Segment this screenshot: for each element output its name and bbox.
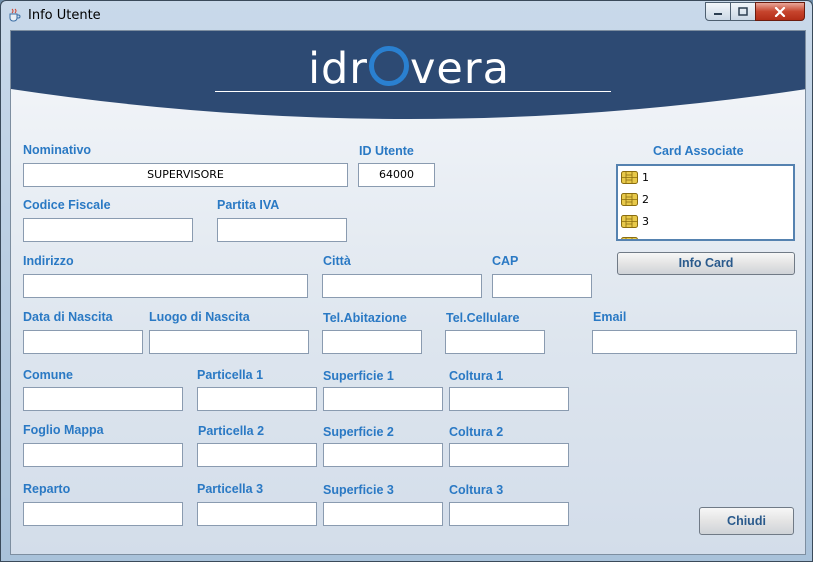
minimize-icon — [714, 12, 722, 15]
list-item[interactable]: 2 — [618, 188, 793, 210]
codice-fiscale-field[interactable] — [23, 218, 193, 242]
email-field[interactable] — [592, 330, 797, 354]
particella-1-label: Particella 1 — [197, 368, 264, 382]
tel-cellulare-label: Tel.Cellulare — [446, 311, 520, 325]
email-label: Email — [593, 310, 627, 324]
tel-abitazione-label: Tel.Abitazione — [323, 311, 407, 325]
particella-2-label: Particella 2 — [198, 424, 265, 438]
tel-abitazione-field[interactable] — [322, 330, 422, 354]
foglio-mappa-field[interactable] — [23, 443, 183, 467]
codice-fiscale-label: Codice Fiscale — [23, 198, 111, 212]
citta-field[interactable] — [322, 274, 482, 298]
indirizzo-field[interactable] — [23, 274, 308, 298]
smart-card-icon — [621, 170, 638, 184]
reparto-field[interactable] — [23, 502, 183, 526]
particella-1-field[interactable] — [197, 387, 317, 411]
particella-3-field[interactable] — [197, 502, 317, 526]
info-utente-window: Info Utente idr vera Nominativo SUPERVISO… — [0, 0, 813, 562]
card-number: 1 — [642, 170, 649, 184]
logo-text-left: idr — [308, 44, 368, 94]
logo-text-right: vera — [409, 44, 510, 94]
logo-underline — [215, 91, 611, 92]
list-item[interactable]: 3 — [618, 210, 793, 232]
card-number: 2 — [642, 192, 649, 206]
superficie-1-field[interactable] — [323, 387, 443, 411]
coltura-1-label: Coltura 1 — [449, 369, 504, 383]
card-associate-label: Card Associate — [653, 144, 744, 158]
maximize-icon — [738, 7, 748, 16]
luogo-nascita-label: Luogo di Nascita — [149, 310, 250, 324]
coltura-2-field[interactable] — [449, 443, 569, 467]
cap-label: CAP — [492, 254, 519, 268]
cap-field[interactable] — [492, 274, 592, 298]
window-title: Info Utente — [28, 8, 101, 23]
superficie-2-field[interactable] — [323, 443, 443, 467]
particella-3-label: Particella 3 — [197, 482, 264, 496]
citta-label: Città — [323, 254, 351, 268]
tel-cellulare-field[interactable] — [445, 330, 545, 354]
particella-2-field[interactable] — [197, 443, 317, 467]
smart-card-icon — [621, 192, 638, 206]
coltura-3-label: Coltura 3 — [449, 483, 504, 497]
data-nascita-label: Data di Nascita — [23, 310, 113, 324]
info-card-button[interactable]: Info Card — [617, 252, 795, 275]
reparto-label: Reparto — [23, 482, 71, 496]
superficie-3-label: Superficie 3 — [323, 483, 394, 497]
java-cup-icon — [9, 8, 21, 22]
nominativo-label: Nominativo — [23, 143, 92, 157]
close-button[interactable] — [755, 2, 805, 21]
chiudi-button[interactable]: Chiudi — [699, 507, 794, 535]
close-icon — [774, 6, 786, 17]
logo-ring-icon — [368, 46, 409, 86]
maximize-button[interactable] — [730, 2, 756, 21]
logo: idr vera — [11, 44, 805, 94]
nominativo-field[interactable]: SUPERVISORE — [23, 163, 348, 187]
indirizzo-label: Indirizzo — [23, 254, 74, 268]
data-nascita-field[interactable] — [23, 330, 143, 354]
list-item[interactable]: 4 — [618, 232, 793, 240]
smart-card-icon — [621, 236, 638, 239]
minimize-button[interactable] — [705, 2, 731, 21]
header-banner: idr vera — [11, 31, 805, 141]
card-associate-list[interactable]: 1 2 3 4 — [616, 164, 795, 241]
coltura-2-label: Coltura 2 — [449, 425, 504, 439]
title-bar[interactable]: Info Utente — [1, 1, 812, 29]
card-number: 4 — [642, 237, 649, 240]
superficie-1-label: Superficie 1 — [323, 369, 394, 383]
list-item[interactable]: 1 — [618, 166, 793, 188]
id-utente-label: ID Utente — [359, 144, 414, 158]
partita-iva-label: Partita IVA — [217, 198, 280, 212]
id-utente-field[interactable]: 64000 — [358, 163, 435, 187]
coltura-3-field[interactable] — [449, 502, 569, 526]
coltura-1-field[interactable] — [449, 387, 569, 411]
comune-field[interactable] — [23, 387, 183, 411]
luogo-nascita-field[interactable] — [149, 330, 309, 354]
smart-card-icon — [621, 214, 638, 228]
card-number: 3 — [642, 214, 649, 228]
superficie-3-field[interactable] — [323, 502, 443, 526]
comune-label: Comune — [23, 368, 73, 382]
superficie-2-label: Superficie 2 — [323, 425, 394, 439]
form-panel: idr vera Nominativo SUPERVISORE ID Utente… — [10, 30, 806, 555]
foglio-mappa-label: Foglio Mappa — [23, 423, 104, 437]
partita-iva-field[interactable] — [217, 218, 347, 242]
